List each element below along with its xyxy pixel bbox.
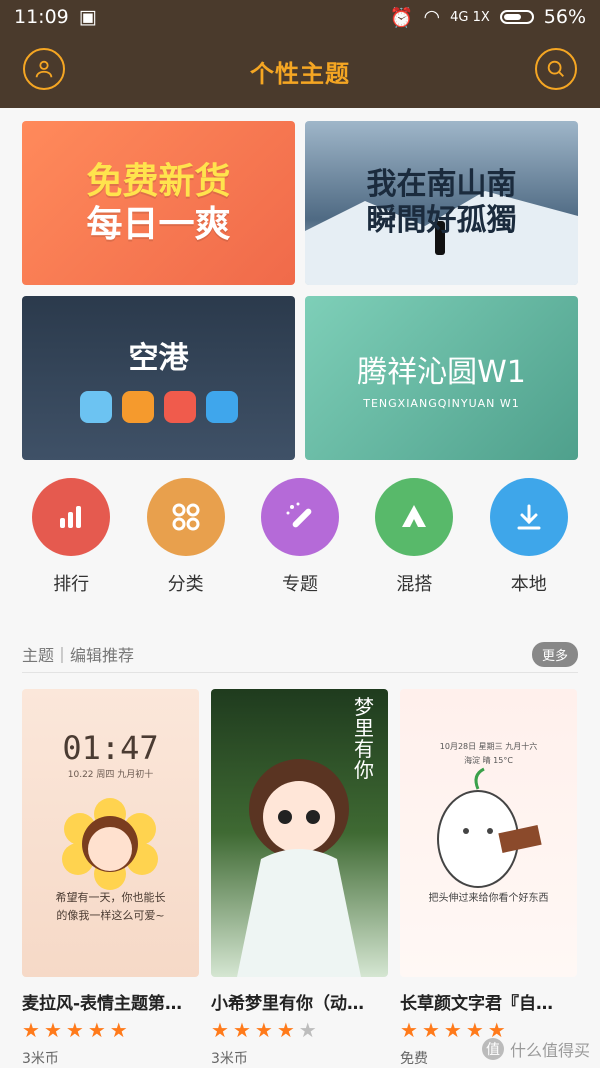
triangle-icon xyxy=(375,478,454,556)
search-icon xyxy=(547,60,564,77)
battery-percent: 56% xyxy=(543,6,586,28)
banner-font-w1[interactable]: 腾祥沁圆W1 TENGXIANGQINYUAN W1 xyxy=(305,296,578,460)
star-icon: ★ xyxy=(254,1018,273,1042)
rating-stars: ★ ★ ★ ★ ★ xyxy=(211,1020,388,1040)
app-header: 个性主题 xyxy=(0,34,600,108)
notification-icon: ▣ xyxy=(78,6,97,28)
section-header: 主题｜编辑推荐 更多 xyxy=(22,636,578,673)
banner-nanshan[interactable]: 我在南山南 瞬間好孤獨 xyxy=(305,121,578,285)
category-icon xyxy=(146,478,225,556)
category-label: 本地 xyxy=(510,574,547,595)
banner-airport[interactable]: 空港 xyxy=(22,296,295,460)
alarm-icon: ⏰ xyxy=(389,6,414,29)
banner-4-subtitle: TENGXIANGQINYUAN W1 xyxy=(363,396,520,410)
app-icon-green xyxy=(79,391,112,423)
watermark-badge: 值 xyxy=(481,1038,504,1060)
profile-button[interactable] xyxy=(23,48,65,90)
theme-thumbnail: 01:47 10.22 周四 九月初十 希望有一天，你也能长 的像我一样这么可爱… xyxy=(22,689,199,977)
cartoon-girl-illustration xyxy=(62,798,158,890)
watermark: 值 什么值得买 xyxy=(481,1037,590,1061)
star-icon: ★ xyxy=(87,1018,106,1042)
theme-price: 3米币 xyxy=(22,1051,59,1067)
download-icon xyxy=(489,478,568,556)
star-icon: ★ xyxy=(65,1018,84,1042)
status-bar: 11:09 ▣ ⏰ ◠ 4G 1X 56% xyxy=(0,0,600,34)
thumb-caption: 把头伸过来给你看个好东西 xyxy=(428,893,549,904)
category-mix[interactable]: 混搭 xyxy=(364,478,464,598)
star-icon: ★ xyxy=(421,1018,440,1042)
star-icon: ★ xyxy=(400,1018,418,1042)
star-icon: ★ xyxy=(22,1018,40,1042)
category-label: 混搭 xyxy=(396,574,433,595)
star-icon: ★ xyxy=(232,1018,251,1042)
network-label: 4G 1X xyxy=(450,9,490,25)
category-row: 排行 分类 专题 混搭 本地 xyxy=(0,478,600,598)
theme-thumbnail: 10月28日 星期三 九月十六 海淀 晴 15°C 把头伸过来给你看个好东西 xyxy=(400,689,577,977)
thumb-caption-2: 的像我一样这么可爱~ xyxy=(56,909,165,922)
category-local[interactable]: 本地 xyxy=(479,478,579,598)
page-title: 个性主题 xyxy=(250,59,350,88)
theme-name: 麦拉风-表情主题第… xyxy=(22,994,183,1014)
banner-4-title: 腾祥沁圆W1 xyxy=(357,354,526,390)
half-star-icon: ★ xyxy=(109,1018,128,1042)
theme-thumbnail: 梦里有你 xyxy=(211,689,388,977)
thumb-vertical-text: 梦里有你 xyxy=(354,695,374,782)
empty-star-icon: ★ xyxy=(298,1018,317,1042)
star-icon: ★ xyxy=(211,1018,229,1042)
banner-3-title: 空港 xyxy=(128,341,189,376)
person-icon xyxy=(35,60,53,78)
status-time: 11:09 xyxy=(14,6,69,28)
theme-card[interactable]: 01:47 10.22 周四 九月初十 希望有一天，你也能长 的像我一样这么可爱… xyxy=(22,689,199,1068)
category-label: 专题 xyxy=(281,574,318,595)
watermark-text: 什么值得买 xyxy=(509,1041,590,1060)
banner-1-line1: 免费新货 xyxy=(86,160,231,202)
more-button[interactable]: 更多 xyxy=(531,641,578,667)
thumb-caption-1: 希望有一天，你也能长 xyxy=(55,891,166,904)
star-icon: ★ xyxy=(443,1018,462,1042)
ranking-icon xyxy=(32,478,111,556)
theme-name: 长草颜文字君『自… xyxy=(400,994,553,1014)
star-icon: ★ xyxy=(43,1018,62,1042)
app-icon-orange xyxy=(121,391,154,423)
section-title: 主题｜编辑推荐 xyxy=(22,646,135,665)
theme-name: 小希梦里有你（动… xyxy=(211,994,364,1014)
app-icon-blue xyxy=(205,391,238,423)
battery-icon xyxy=(499,10,534,24)
theme-price: 3米币 xyxy=(211,1051,248,1067)
category-classify[interactable]: 分类 xyxy=(136,478,236,598)
wifi-icon: ◠ xyxy=(423,6,441,28)
search-button[interactable] xyxy=(535,48,577,90)
category-topics[interactable]: 专题 xyxy=(250,478,350,598)
category-label: 排行 xyxy=(53,574,90,595)
category-label: 分类 xyxy=(167,574,204,595)
banner-2-line1: 我在南山南 xyxy=(366,167,517,202)
banner-free-new[interactable]: 免费新货 每日一爽 xyxy=(22,121,295,285)
theme-card[interactable]: 梦里有你 小希梦里有你（动… ★ ★ ★ ★ ★ 3米币 xyxy=(211,689,388,1068)
star-icon: ★ xyxy=(276,1018,295,1042)
banner-1-line2: 每日一爽 xyxy=(86,204,231,245)
banner-2-line2: 瞬間好孤獨 xyxy=(366,203,517,238)
magic-wand-icon xyxy=(260,478,339,556)
cartoon-blob-illustration xyxy=(437,767,542,888)
theme-card[interactable]: 10月28日 星期三 九月十六 海淀 晴 15°C 把头伸过来给你看个好东西 长… xyxy=(400,689,577,1068)
rating-stars: ★ ★ ★ ★ ★ xyxy=(22,1020,199,1040)
category-ranking[interactable]: 排行 xyxy=(21,478,121,598)
app-icon-red xyxy=(163,391,196,423)
